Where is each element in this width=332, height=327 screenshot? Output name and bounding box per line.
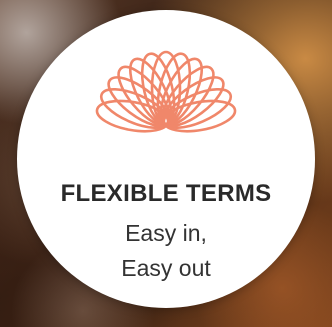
feature-subtitle-line-2: Easy out — [121, 255, 211, 281]
feature-title: FLEXIBLE TERMS — [60, 180, 272, 207]
coil-spring-icon — [95, 50, 237, 133]
feature-subtitle-line-1: Easy in, — [125, 220, 207, 246]
